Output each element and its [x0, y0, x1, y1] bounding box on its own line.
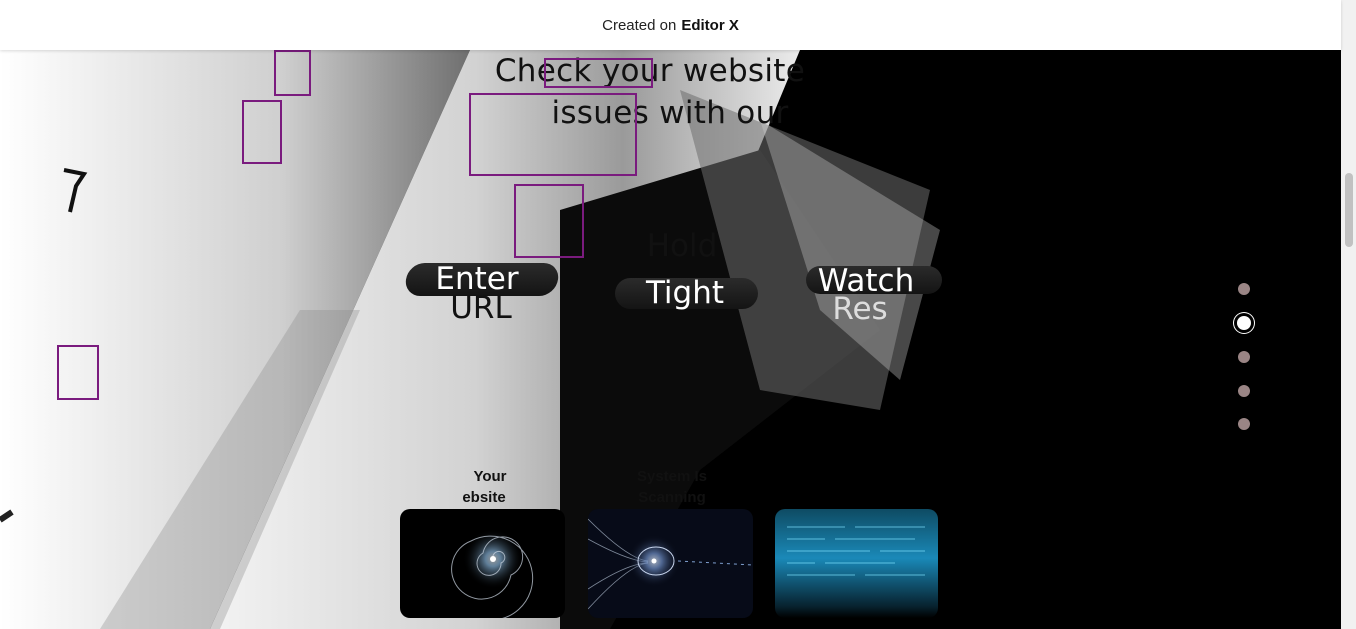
step-label-line-2: Res [832, 291, 888, 327]
decorative-outline-box [514, 184, 584, 258]
headline-line-2: issues with our [551, 95, 789, 131]
created-on-label: Created on [602, 16, 677, 34]
step-label-line-2: Tight [645, 275, 725, 311]
section-nav-dot-3[interactable] [1238, 351, 1250, 363]
code-matrix-illustration [787, 526, 925, 576]
decorative-outline-box [57, 345, 99, 400]
step-label-line-1: Hold [646, 228, 718, 264]
thumbnail-data-screen-image [775, 509, 938, 618]
card-title-line-2: Scanning [638, 489, 706, 506]
decorative-outline-box [274, 50, 311, 96]
thumbnail-spiral-image [400, 509, 565, 618]
card-title-system-scanning: System Is Scanning [622, 466, 722, 508]
spiral-illustration [451, 529, 534, 618]
decorative-outline-box [242, 100, 282, 164]
section-nav-dot-4[interactable] [1238, 385, 1250, 397]
section-nav-dot-5[interactable] [1238, 418, 1250, 430]
card-title-your-website: Your ebsite [450, 466, 530, 508]
page-scrollbar[interactable] [1341, 0, 1356, 629]
brain-network-illustration [588, 518, 753, 610]
thumbnail-ai-brain-image [588, 509, 753, 618]
decorative-outline-box [544, 58, 653, 88]
decorative-outline-box [469, 93, 637, 176]
section-nav-dot-1[interactable] [1238, 283, 1250, 295]
card-title-line-1: Your [473, 468, 507, 485]
step-label-line-2: URL [450, 290, 512, 326]
scrollbar-thumb[interactable] [1345, 173, 1353, 247]
editor-x-brand[interactable]: Editor X [681, 17, 739, 34]
card-title-line-2: ebsite [462, 489, 506, 506]
section-nav-dot-2[interactable] [1237, 316, 1251, 330]
editor-x-banner[interactable]: Created on Editor X [0, 0, 1341, 50]
hero-section: Check your website issues with our Enter… [0, 50, 1341, 629]
card-title-line-1: System Is [636, 468, 708, 485]
